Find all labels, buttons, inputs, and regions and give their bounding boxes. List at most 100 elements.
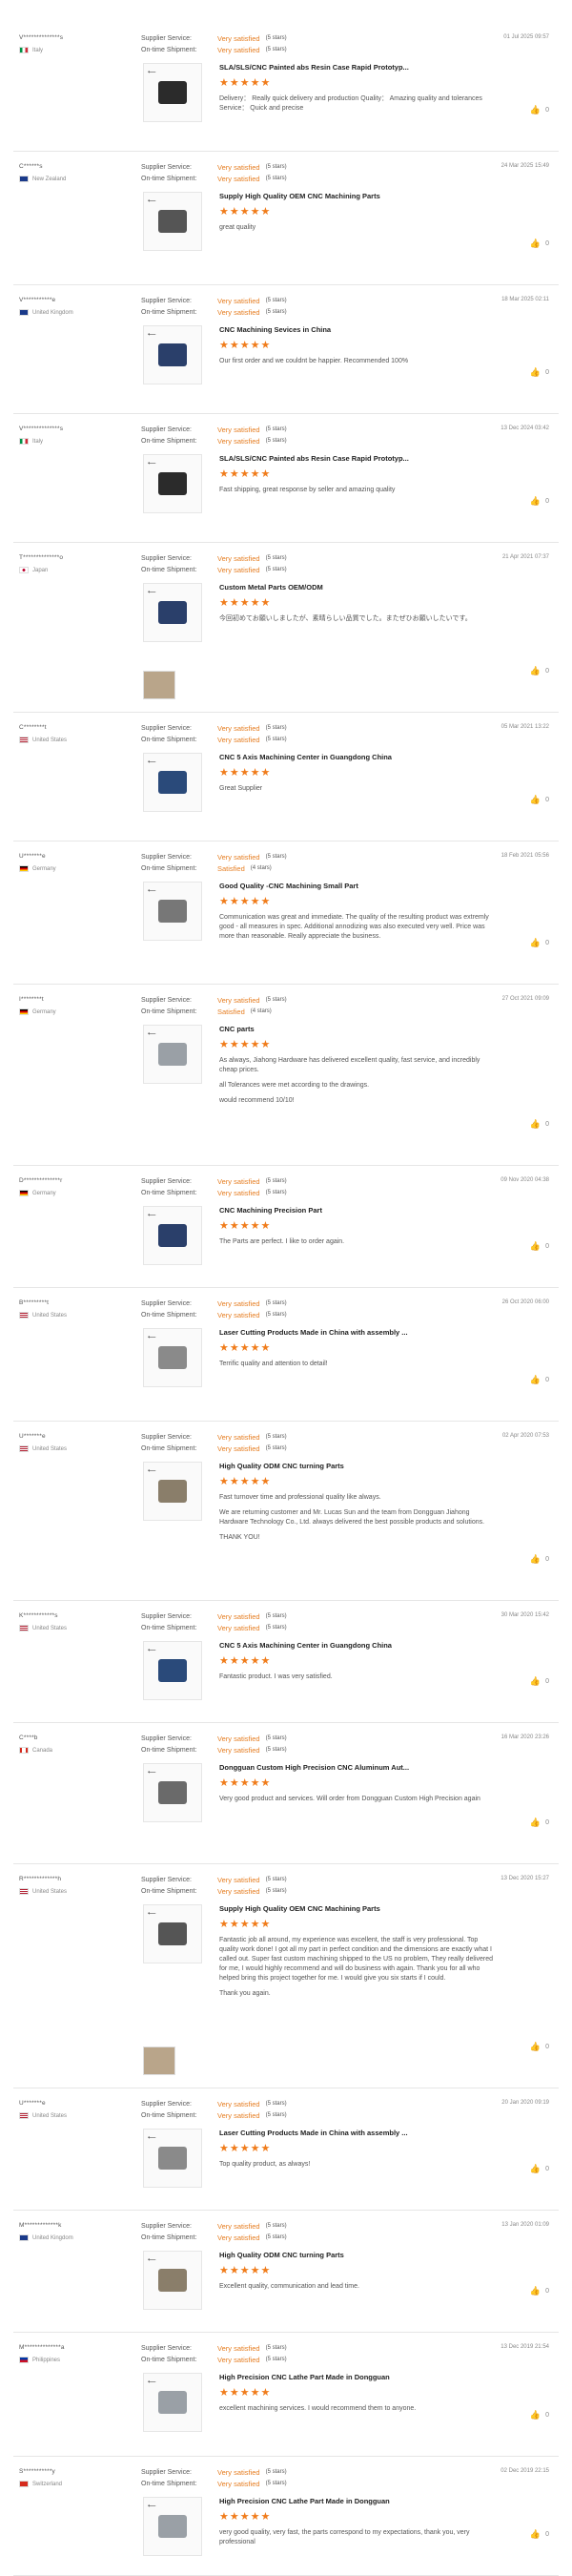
product-thumbnail[interactable]: ⟵ bbox=[143, 1904, 202, 1963]
product-thumbnail[interactable]: ⟵ bbox=[143, 1641, 202, 1700]
like-count: 0 bbox=[545, 240, 549, 247]
ontime-shipment-value: Very satisfied bbox=[217, 307, 260, 317]
reviewer-name: U*******e bbox=[19, 2100, 46, 2107]
like-button[interactable]: 👍 0 bbox=[530, 1241, 549, 1252]
country-name: New Zealand bbox=[32, 176, 67, 182]
product-name-link[interactable]: High Precision CNC Lathe Part Made in Do… bbox=[219, 2373, 496, 2381]
supplier-service-stars: (5 stars) bbox=[265, 2469, 287, 2475]
product-thumbnail[interactable]: ⟵ bbox=[143, 325, 202, 384]
supplier-service-rating: Supplier Service: Very satisfied (5 stars) bbox=[141, 1175, 287, 1187]
product-thumbnail[interactable]: ⟵ bbox=[143, 192, 202, 251]
product-name-link[interactable]: Custom Metal Parts OEM/ODM bbox=[219, 583, 496, 592]
product-name-link[interactable]: SLA/SLS/CNC Painted abs Resin Case Rapid… bbox=[219, 454, 496, 463]
product-thumbnail[interactable]: ⟵ bbox=[143, 1206, 202, 1265]
reviewer-country: Canada bbox=[19, 1747, 133, 1754]
product-name-link[interactable]: Supply High Quality OEM CNC Machining Pa… bbox=[219, 1904, 496, 1913]
product-name-link[interactable]: CNC Machining Precision Part bbox=[219, 1206, 496, 1215]
product-thumbnail[interactable]: ⟵ bbox=[143, 583, 202, 642]
like-button[interactable]: 👍 0 bbox=[530, 1375, 549, 1385]
product-name-link[interactable]: Laser Cutting Products Made in China wit… bbox=[219, 1328, 496, 1337]
ontime-shipment-label: On-time Shipment: bbox=[141, 1624, 197, 1631]
review-text: Communication was great and immediate. T… bbox=[219, 914, 489, 940]
product-name-link[interactable]: High Quality ODM CNC turning Parts bbox=[219, 1462, 496, 1470]
product-name-link[interactable]: Dongguan Custom High Precision CNC Alumi… bbox=[219, 1763, 496, 1772]
product-name-link[interactable]: CNC 5 Axis Machining Center in Guangdong… bbox=[219, 753, 496, 761]
review-text-2: all Tolerances were met according to the… bbox=[219, 1082, 370, 1089]
reviewer-info: C********t United States bbox=[19, 724, 133, 743]
supplier-service-stars: (5 stars) bbox=[265, 2345, 287, 2351]
like-button[interactable]: 👍 0 bbox=[530, 666, 549, 676]
like-button[interactable]: 👍 0 bbox=[530, 2042, 549, 2052]
product-name-link[interactable]: Good Quality -CNC Machining Small Part bbox=[219, 882, 496, 890]
ontime-shipment-label: On-time Shipment: bbox=[141, 1746, 197, 1754]
supplier-service-rating: Supplier Service: Very satisfied (5 stars) bbox=[141, 851, 287, 862]
ontime-shipment-rating: On-time Shipment: Satisfied (4 stars) bbox=[141, 1006, 287, 1017]
supplier-service-rating: Supplier Service: Very satisfied (5 stars) bbox=[141, 2342, 287, 2354]
product-thumbnail[interactable]: ⟵ bbox=[143, 1763, 202, 1822]
attached-photo[interactable] bbox=[143, 2046, 175, 2075]
like-button[interactable]: 👍 0 bbox=[530, 1818, 549, 1828]
review-text: Fast turnover time and professional qual… bbox=[219, 1494, 381, 1501]
product-thumbnail[interactable]: ⟵ bbox=[143, 1462, 202, 1521]
review-content: CNC Machining Sevices in China ★★★★★ Our f… bbox=[219, 325, 496, 366]
product-part-image bbox=[158, 210, 187, 233]
product-thumbnail[interactable]: ⟵ bbox=[143, 2251, 202, 2310]
review-text: 今回初めてお願いしましたが、素晴らしい品質でした。またぜひお願いしたいです。 bbox=[219, 615, 472, 622]
review-item: U*******e United States Supplier Service: V… bbox=[13, 1422, 559, 1601]
review-text: Fantastic job all around, my experience … bbox=[219, 1937, 494, 1982]
country-flag-icon bbox=[19, 1445, 29, 1452]
reviewer-name: D**************r bbox=[19, 1177, 63, 1184]
product-thumbnail[interactable]: ⟵ bbox=[143, 454, 202, 513]
arrow-left-icon: ⟵ bbox=[148, 1335, 156, 1340]
review-text: Fantastic product. I was very satisfied. bbox=[219, 1673, 333, 1680]
like-button[interactable]: 👍 0 bbox=[530, 795, 549, 805]
product-name-link[interactable]: CNC Machining Sevices in China bbox=[219, 325, 496, 334]
like-button[interactable]: 👍 0 bbox=[530, 2164, 549, 2174]
product-thumbnail[interactable]: ⟵ bbox=[143, 753, 202, 812]
supplier-service-rating: Supplier Service: Very satisfied (5 stars) bbox=[141, 994, 287, 1006]
like-button[interactable]: 👍 0 bbox=[530, 2529, 549, 2540]
arrow-left-icon: ⟵ bbox=[148, 759, 156, 765]
thumbs-up-icon: 👍 bbox=[529, 2529, 541, 2539]
like-button[interactable]: 👍 0 bbox=[530, 496, 549, 507]
product-thumbnail[interactable]: ⟵ bbox=[143, 63, 202, 122]
supplier-service-rating: Supplier Service: Very satisfied (5 stars) bbox=[141, 1733, 287, 1744]
like-button[interactable]: 👍 0 bbox=[530, 938, 549, 948]
like-button[interactable]: 👍 0 bbox=[530, 1676, 549, 1687]
like-button[interactable]: 👍 0 bbox=[530, 1119, 549, 1130]
attached-photo[interactable] bbox=[143, 671, 175, 699]
product-thumbnail[interactable]: ⟵ bbox=[143, 1328, 202, 1387]
star-rating: ★★★★★ bbox=[219, 2143, 272, 2154]
product-thumbnail[interactable]: ⟵ bbox=[143, 2373, 202, 2432]
star-rating: ★★★★★ bbox=[219, 77, 272, 89]
like-button[interactable]: 👍 0 bbox=[530, 2410, 549, 2420]
like-button[interactable]: 👍 0 bbox=[530, 239, 549, 249]
like-button[interactable]: 👍 0 bbox=[530, 367, 549, 378]
supplier-service-value: Very satisfied bbox=[217, 995, 260, 1005]
product-thumbnail[interactable]: ⟵ bbox=[143, 882, 202, 941]
product-part-image bbox=[158, 2391, 187, 2414]
product-thumbnail[interactable]: ⟵ bbox=[143, 2497, 202, 2556]
product-name-link[interactable]: High Quality ODM CNC turning Parts bbox=[219, 2251, 496, 2259]
rating-summary: Supplier Service: Very satisfied (5 stars)… bbox=[141, 552, 287, 575]
product-thumbnail[interactable]: ⟵ bbox=[143, 2129, 202, 2188]
supplier-service-value: Very satisfied bbox=[217, 2221, 260, 2231]
product-name-link[interactable]: CNC parts bbox=[219, 1025, 496, 1033]
country-flag-icon bbox=[19, 1625, 29, 1631]
supplier-service-value: Very satisfied bbox=[217, 1298, 260, 1308]
rating-summary: Supplier Service: Very satisfied (5 stars)… bbox=[141, 424, 287, 447]
product-thumbnail[interactable]: ⟵ bbox=[143, 1025, 202, 1084]
arrow-left-icon: ⟵ bbox=[148, 2135, 156, 2141]
like-button[interactable]: 👍 0 bbox=[530, 1554, 549, 1565]
country-name: United States bbox=[32, 1625, 68, 1631]
supplier-service-label: Supplier Service: bbox=[141, 34, 192, 42]
product-name-link[interactable]: SLA/SLS/CNC Painted abs Resin Case Rapid… bbox=[219, 63, 496, 72]
product-name-link[interactable]: Laser Cutting Products Made in China wit… bbox=[219, 2129, 496, 2137]
like-button[interactable]: 👍 0 bbox=[530, 2286, 549, 2296]
product-name-link[interactable]: Supply High Quality OEM CNC Machining Pa… bbox=[219, 192, 496, 200]
like-button[interactable]: 👍 0 bbox=[530, 105, 549, 115]
like-count: 0 bbox=[545, 1678, 549, 1685]
review-item: V**************s Italy Supplier Service: Ve… bbox=[13, 414, 559, 543]
product-name-link[interactable]: CNC 5 Axis Machining Center in Guangdong… bbox=[219, 1641, 496, 1650]
product-name-link[interactable]: High Precision CNC Lathe Part Made in Do… bbox=[219, 2497, 496, 2505]
